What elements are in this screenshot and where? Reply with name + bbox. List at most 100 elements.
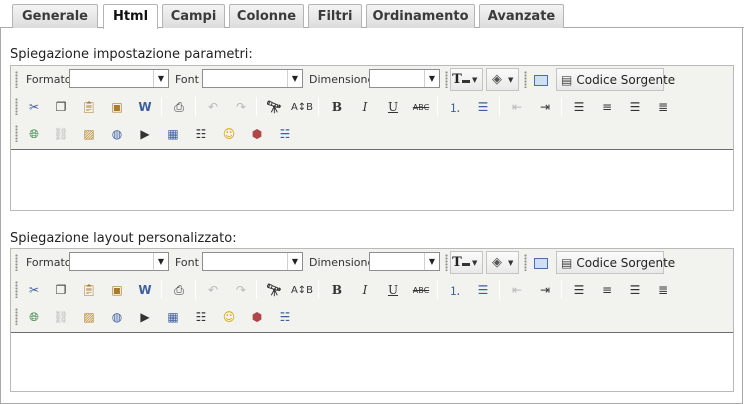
replace-button[interactable]: A↕B (290, 279, 314, 301)
toolbar-grip[interactable] (445, 254, 448, 271)
tab-ordinamento[interactable]: Ordinamento (366, 4, 475, 28)
underline-button[interactable]: U (381, 279, 405, 301)
toolbar-grip[interactable] (15, 281, 18, 298)
unlink-button[interactable]: ⛓ (49, 306, 73, 328)
align-left-button[interactable]: ☰ (567, 96, 591, 118)
toolbar-grip[interactable] (524, 71, 527, 88)
italic-button[interactable]: I (353, 96, 377, 118)
media-button[interactable]: ▶ (133, 123, 157, 145)
indent-button[interactable]: ⇥ (533, 279, 557, 301)
copy-button[interactable]: ❐ (49, 279, 73, 301)
flash-icon: ◍ (111, 310, 123, 324)
toolbar-grip[interactable] (15, 254, 18, 271)
bold-button[interactable]: B (325, 96, 349, 118)
rich-text-editor-parameters: Formato ▼ Font ▼ Dimensione ▼ T ▼ ◈ ▼ ▤ … (10, 65, 734, 211)
background-color-button[interactable]: ◈ ▼ (486, 251, 519, 274)
bold-button[interactable]: B (325, 279, 349, 301)
media-button[interactable]: ▶ (133, 306, 157, 328)
align-left-button[interactable]: ☰ (567, 279, 591, 301)
toolbar-grip[interactable] (15, 308, 18, 325)
print-button[interactable]: ⎙ (167, 96, 191, 118)
paste-word-button[interactable]: W (133, 279, 157, 301)
replace-button[interactable]: A↕B (290, 96, 314, 118)
outdent-button[interactable]: ⇤ (505, 279, 529, 301)
special-char-button[interactable]: ⬢ (245, 306, 269, 328)
page-break-button[interactable]: ☵ (273, 306, 297, 328)
background-color-button[interactable]: ◈ ▼ (486, 68, 519, 91)
toolbar-grip[interactable] (15, 98, 18, 115)
paste-word-button[interactable]: W (133, 96, 157, 118)
link-button[interactable]: 🌐︎ (22, 306, 46, 328)
outdent-button[interactable]: ⇤ (505, 96, 529, 118)
image-button[interactable]: ▨ (77, 123, 101, 145)
editor-content-area[interactable] (11, 149, 733, 210)
toolbar-grip[interactable] (15, 71, 18, 88)
toolbar-grip[interactable] (445, 71, 448, 88)
font-select[interactable]: ▼ (202, 252, 303, 271)
source-code-button[interactable]: ▤ Codice Sorgente (556, 251, 675, 274)
paste-button[interactable]: 📋︎ (77, 96, 101, 118)
link-button[interactable]: 🌐︎ (22, 123, 46, 145)
unlink-button[interactable]: ⛓ (49, 123, 73, 145)
special-char-button[interactable]: ⬢ (245, 123, 269, 145)
horizontal-rule-button[interactable]: ☷ (189, 123, 213, 145)
table-button[interactable]: ▦ (161, 123, 185, 145)
smiley-button[interactable]: ☺ (217, 306, 241, 328)
unlink-icon: ⛓ (53, 310, 69, 324)
text-color-button[interactable]: T ▼ (450, 251, 483, 274)
numbered-list-button[interactable]: ⒈ (443, 279, 467, 301)
align-center-button[interactable]: ≡ (595, 279, 619, 301)
tab-html[interactable]: Html (103, 4, 158, 29)
toolbar-grip[interactable] (15, 125, 18, 142)
numbered-list-button[interactable]: ⒈ (443, 96, 467, 118)
bulleted-list-button[interactable]: ☰ (471, 279, 495, 301)
paste-button[interactable]: 📋︎ (77, 279, 101, 301)
bulleted-list-button[interactable]: ☰ (471, 96, 495, 118)
find-button[interactable]: 🔭︎ (262, 96, 286, 118)
smiley-button[interactable]: ☺ (217, 123, 241, 145)
align-center-button[interactable]: ≡ (595, 96, 619, 118)
justify-button[interactable]: ≣ (651, 279, 675, 301)
size-select[interactable]: ▼ (369, 69, 440, 88)
horizontal-rule-button[interactable]: ☷ (189, 306, 213, 328)
redo-button[interactable]: ↷ (229, 96, 253, 118)
underline-button[interactable]: U (381, 96, 405, 118)
tab-avanzate[interactable]: Avanzate (479, 4, 564, 28)
cut-button[interactable]: ✂ (22, 279, 46, 301)
format-select[interactable]: ▼ (69, 69, 169, 88)
page-break-button[interactable]: ☵ (273, 123, 297, 145)
undo-button[interactable]: ↶ (201, 96, 225, 118)
maximize-button[interactable] (529, 252, 553, 274)
source-code-button[interactable]: ▤ Codice Sorgente (556, 68, 675, 91)
maximize-button[interactable] (529, 69, 553, 91)
italic-button[interactable]: I (353, 279, 377, 301)
find-button[interactable]: 🔭︎ (262, 279, 286, 301)
cut-button[interactable]: ✂ (22, 96, 46, 118)
flash-button[interactable]: ◍ (105, 123, 129, 145)
undo-button[interactable]: ↶ (201, 279, 225, 301)
format-select[interactable]: ▼ (69, 252, 169, 271)
align-right-button[interactable]: ☰ (623, 279, 647, 301)
tab-filtri[interactable]: Filtri (308, 4, 362, 28)
align-right-button[interactable]: ☰ (623, 96, 647, 118)
tab-generale[interactable]: Generale (12, 4, 98, 28)
font-select[interactable]: ▼ (202, 69, 303, 88)
text-color-button[interactable]: T ▼ (450, 68, 483, 91)
tab-campi[interactable]: Campi (162, 4, 225, 28)
paste-text-button[interactable]: ▣ (105, 96, 129, 118)
redo-button[interactable]: ↷ (229, 279, 253, 301)
table-button[interactable]: ▦ (161, 306, 185, 328)
editor-content-area[interactable] (11, 332, 733, 391)
copy-button[interactable]: ❐ (49, 96, 73, 118)
paste-text-button[interactable]: ▣ (105, 279, 129, 301)
flash-button[interactable]: ◍ (105, 306, 129, 328)
print-button[interactable]: ⎙ (167, 279, 191, 301)
strikethrough-button[interactable]: ABC (409, 96, 433, 118)
size-select[interactable]: ▼ (369, 252, 440, 271)
strikethrough-button[interactable]: ABC (409, 279, 433, 301)
toolbar-grip[interactable] (524, 254, 527, 271)
justify-button[interactable]: ≣ (651, 96, 675, 118)
image-button[interactable]: ▨ (77, 306, 101, 328)
indent-button[interactable]: ⇥ (533, 96, 557, 118)
tab-colonne[interactable]: Colonne (229, 4, 304, 28)
